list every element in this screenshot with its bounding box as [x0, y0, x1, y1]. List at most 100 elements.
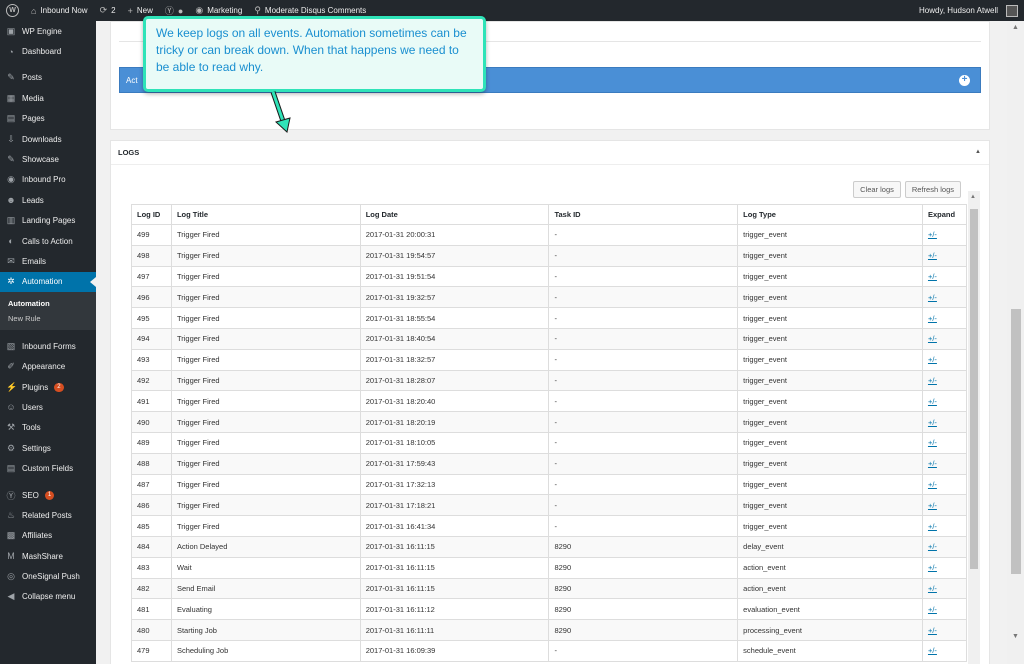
expand-link[interactable]: +/- — [928, 397, 937, 406]
expand-link[interactable]: +/- — [928, 542, 937, 551]
sidebar-item-onesignal-push[interactable]: ◎ OneSignal Push — [0, 566, 96, 586]
expand-link[interactable]: +/- — [928, 480, 937, 489]
expand-link[interactable]: +/- — [928, 251, 937, 260]
logs-scrollbar[interactable]: ▲ — [968, 191, 980, 664]
scroll-up-icon[interactable]: ▲ — [970, 194, 976, 200]
table-cell: Trigger Fired — [170, 286, 361, 309]
table-row: 487 Trigger Fired 2017-01-31 17:32:13- trig… — [131, 473, 967, 496]
wordpress-logo-button[interactable]: W — [0, 0, 25, 21]
refresh-icon: ⟳ — [99, 5, 108, 15]
mash-icon: M — [7, 551, 15, 562]
table-cell: Trigger Fired — [170, 431, 361, 454]
count-badge: 1 — [44, 490, 55, 500]
table-cell: 2017-01-31 18:32:57 — [359, 348, 550, 371]
refresh-logs-button[interactable]: Refresh logs — [904, 181, 961, 198]
gear-icon: ✲ — [7, 276, 15, 287]
expand-link[interactable]: +/- — [928, 563, 937, 572]
column-header: Log Type — [737, 204, 923, 225]
table-cell: - — [548, 327, 739, 350]
page-scroll-down-icon[interactable]: ▼ — [1012, 633, 1019, 640]
logs-scroll-thumb[interactable] — [970, 209, 978, 569]
expand-link[interactable]: +/- — [928, 501, 937, 510]
sidebar-item-inbound-pro[interactable]: ◉ Inbound Pro — [0, 170, 96, 190]
expand-link[interactable]: +/- — [928, 646, 937, 655]
sidebar-item-posts[interactable]: ✎ Posts — [0, 68, 96, 88]
expand-link[interactable]: +/- — [928, 230, 937, 239]
sidebar-item-wp-engine[interactable]: ▣ WP Engine — [0, 21, 96, 41]
table-row: 480 Starting Job 2017-01-31 16:11:11 8290 pr… — [131, 619, 967, 641]
expand-link[interactable]: +/- — [928, 272, 937, 281]
sidebar-item-showcase[interactable]: ✎ Showcase — [0, 149, 96, 169]
expand-link[interactable]: +/- — [928, 522, 937, 531]
actions-label: Act — [126, 75, 138, 85]
sidebar-item-downloads[interactable]: ⇩ Downloads — [0, 129, 96, 149]
submenu-automation[interactable]: Automation — [0, 296, 96, 311]
expand-link[interactable]: +/- — [928, 605, 937, 614]
sidebar-item-label: Custom Fields — [22, 464, 74, 474]
sidebar-item-label: Showcase — [22, 155, 59, 165]
logs-panel: LOGS ▲ Clear logs Refresh logs Log ID Log… — [110, 140, 990, 664]
marketing-label: Marketing — [207, 6, 243, 15]
sidebar-item-label: Media — [22, 93, 44, 103]
clear-logs-button[interactable]: Clear logs — [853, 181, 901, 198]
add-circle-icon[interactable]: + — [959, 75, 970, 86]
sidebar-item-related-posts[interactable]: ♨ Related Posts — [0, 505, 96, 525]
page-icon: ▤ — [6, 113, 16, 124]
table-cell: 2017-01-31 20:00:31 — [359, 224, 550, 246]
sidebar-item-landing-pages[interactable]: ▥ Landing Pages — [0, 211, 96, 231]
fields-icon: ▤ — [6, 463, 16, 474]
submenu-new-rule[interactable]: New Rule — [0, 311, 96, 326]
sidebar-item-leads[interactable]: ☻ Leads — [0, 190, 96, 210]
page-scroll-thumb[interactable] — [1011, 309, 1021, 574]
account-menu[interactable]: Howdy, Hudson Atwell — [913, 0, 1024, 21]
logs-header[interactable]: LOGS ▲ — [111, 141, 989, 165]
sidebar-item-custom-fields[interactable]: ▤ Custom Fields — [0, 458, 96, 478]
sidebar-item-settings[interactable]: ⚙ Settings — [0, 438, 96, 458]
sidebar-item-media[interactable]: ▦ Media — [0, 88, 96, 108]
table-row: 499 Trigger Fired 2017-01-31 20:00:31- trig… — [131, 224, 967, 246]
page-scrollbar[interactable]: ▲ ▼ — [1007, 21, 1024, 664]
sidebar-item-seo[interactable]: Ⓨ SEO 1 — [0, 485, 96, 505]
sidebar-item-inbound-forms[interactable]: ▧ Inbound Forms — [0, 336, 96, 356]
expand-link[interactable]: +/- — [928, 293, 937, 302]
expand-link[interactable]: +/- — [928, 314, 937, 323]
table-cell: trigger_event — [737, 348, 923, 371]
table-cell: Trigger Fired — [170, 307, 361, 329]
sidebar-item-automation[interactable]: ✲ Automation — [0, 271, 96, 293]
sidebar-item-appearance[interactable]: ✐ Appearance — [0, 356, 96, 376]
table-cell: trigger_event — [737, 265, 923, 288]
expand-link[interactable]: +/- — [928, 459, 937, 468]
site-name-link[interactable]: ⌂ Inbound Now — [25, 0, 94, 21]
table-cell: - — [548, 369, 739, 392]
status-dot-icon: ● — [177, 5, 184, 16]
table-row: 485 Trigger Fired 2017-01-31 16:41:34- trig… — [131, 515, 967, 537]
pin-icon: ✎ — [7, 154, 15, 165]
sidebar-item-mashshare[interactable]: M MashShare — [0, 546, 96, 566]
collapse-arrow-icon[interactable]: ▲ — [975, 149, 981, 155]
push-icon: ◎ — [7, 571, 15, 582]
sidebar-item-affiliates[interactable]: ▩ Affiliates — [0, 526, 96, 546]
sidebar-item-pages[interactable]: ▤ Pages — [0, 109, 96, 129]
expand-link[interactable]: +/- — [928, 584, 937, 593]
expand-link[interactable]: +/- — [928, 626, 937, 635]
sidebar-item-calls-to-action[interactable]: ◐ Calls to Action — [0, 231, 96, 251]
expand-link[interactable]: +/- — [928, 418, 937, 427]
sidebar-item-emails[interactable]: ✉ Emails — [0, 251, 96, 271]
sidebar-item-label: Related Posts — [22, 510, 72, 520]
expand-link[interactable]: +/- — [928, 376, 937, 385]
affiliate-icon: ▩ — [6, 530, 16, 541]
expand-link[interactable]: +/- — [928, 355, 937, 364]
expand-link[interactable]: +/- — [928, 334, 937, 343]
updates-link[interactable]: ⟳ 2 — [94, 0, 122, 21]
table-cell: 489 — [131, 431, 172, 454]
sidebar-item-users[interactable]: ☺ Users — [0, 397, 96, 417]
table-cell: trigger_event — [737, 327, 923, 350]
table-cell: delay_event — [737, 535, 923, 558]
sidebar-item-tools[interactable]: ⚒ Tools — [0, 418, 96, 438]
expand-link[interactable]: +/- — [928, 438, 937, 447]
expand-cell: +/- — [921, 639, 967, 662]
sidebar-item-dashboard[interactable]: ◔ Dashboard — [0, 41, 96, 61]
sidebar-item-collapse-menu[interactable]: ◀ Collapse menu — [0, 587, 96, 607]
sidebar-item-plugins[interactable]: ⚡ Plugins 2 — [0, 377, 96, 397]
page-scroll-up-icon[interactable]: ▲ — [1012, 24, 1019, 31]
